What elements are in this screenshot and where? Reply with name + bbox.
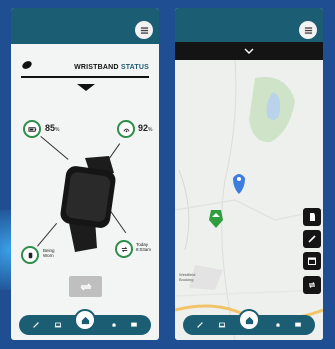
map-toolbar — [303, 208, 321, 296]
chevron-down-icon — [244, 48, 254, 54]
bell-icon — [112, 323, 116, 327]
document-icon — [310, 213, 315, 221]
nav-pen[interactable] — [31, 320, 41, 330]
nav-bell[interactable] — [109, 320, 119, 330]
collapse-bar[interactable] — [175, 42, 323, 60]
nav-pen[interactable] — [195, 320, 205, 330]
home-icon — [81, 316, 89, 324]
sync-icon — [79, 283, 92, 290]
nav-home[interactable] — [238, 309, 260, 331]
home-icon — [245, 316, 253, 324]
nav-laptop[interactable] — [217, 320, 227, 330]
menu-icon — [304, 26, 312, 34]
top-bar — [175, 8, 323, 44]
nav-bell[interactable] — [273, 320, 283, 330]
edit-button[interactable] — [303, 230, 321, 248]
pencil-icon — [308, 235, 316, 243]
calendar-icon — [308, 257, 316, 265]
nav-home[interactable] — [74, 309, 96, 331]
menu-button[interactable] — [299, 21, 317, 39]
map-view[interactable] — [175, 60, 323, 340]
document-button[interactable] — [303, 208, 321, 226]
sync-button[interactable] — [303, 276, 321, 294]
nav-laptop[interactable] — [53, 320, 63, 330]
chat-icon — [295, 322, 301, 327]
nav-chat[interactable] — [293, 320, 303, 330]
bottom-nav — [183, 309, 315, 335]
phone-wristband-status: WRISTBAND STATUS 85% 92% Being Worn Today… — [11, 8, 159, 340]
chat-icon — [131, 322, 137, 327]
sync-button[interactable] — [69, 276, 102, 297]
bell-icon — [276, 323, 280, 327]
sync-icon — [308, 282, 316, 288]
laptop-icon — [54, 322, 62, 328]
calendar-button[interactable] — [303, 252, 321, 270]
phone-map: Westfield Booking — [175, 8, 323, 340]
bottom-nav — [19, 309, 151, 335]
map-label: Westfield Booking — [179, 272, 196, 282]
pen-icon — [33, 322, 39, 328]
nav-chat[interactable] — [129, 320, 139, 330]
pen-icon — [197, 322, 203, 328]
laptop-icon — [218, 322, 226, 328]
